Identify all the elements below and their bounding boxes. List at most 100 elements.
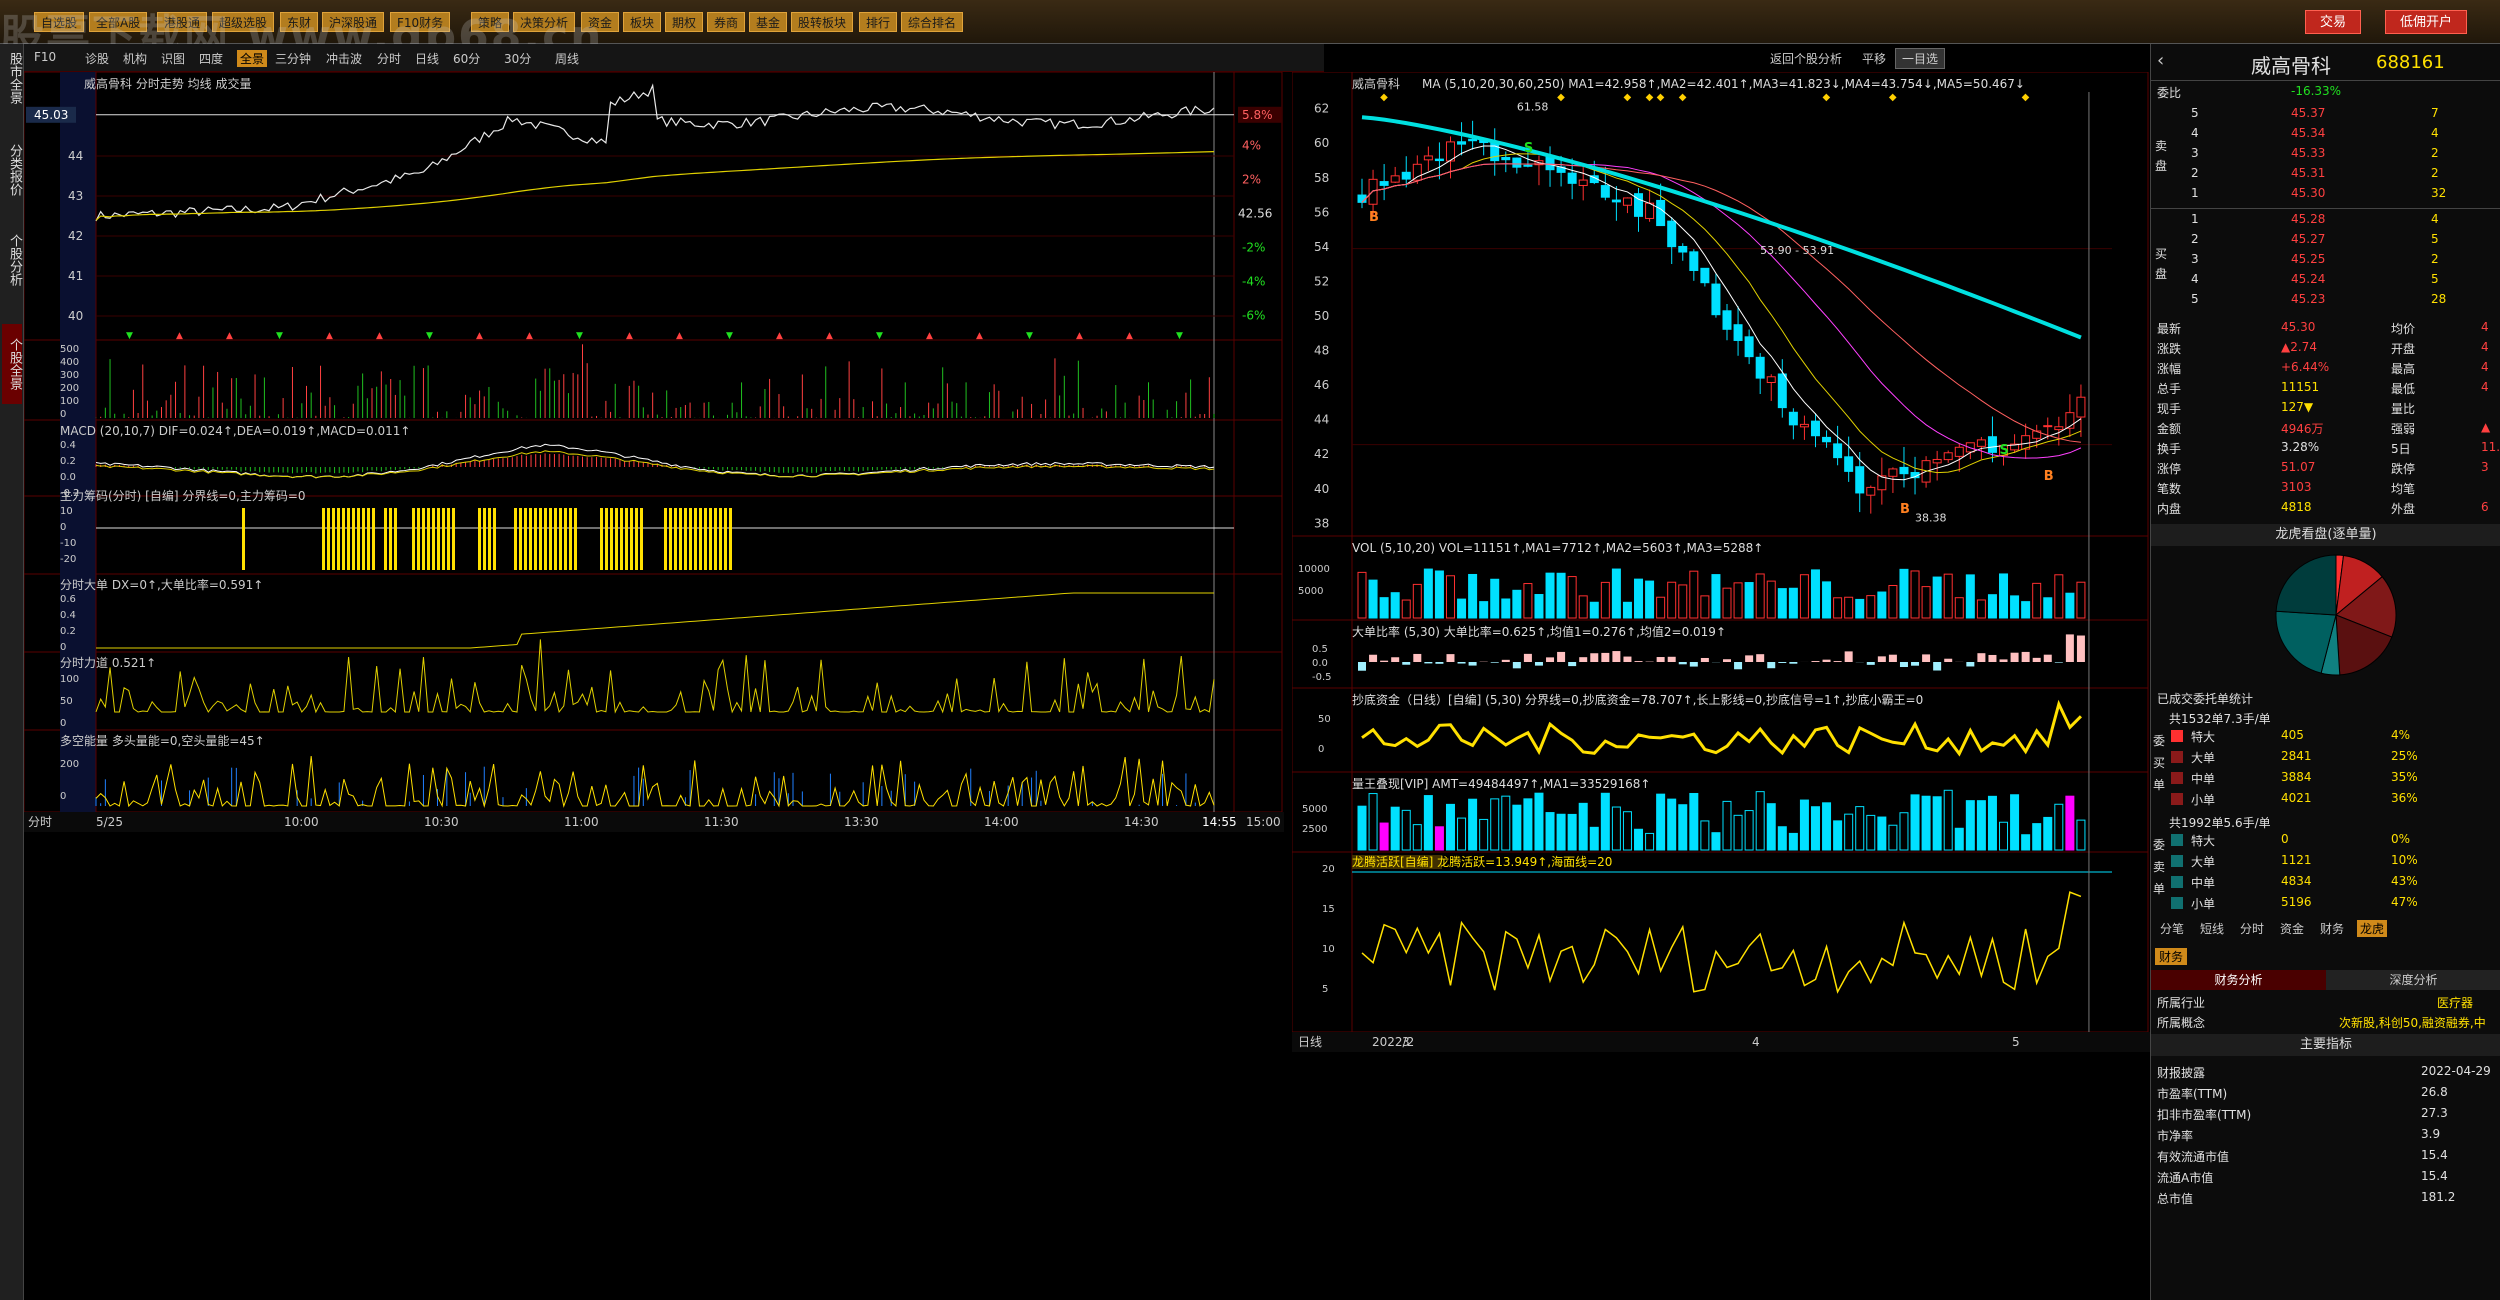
subbar-item-9[interactable]: 日线 <box>415 50 439 67</box>
day-bigratio-bar <box>1866 662 1875 665</box>
toolbar-button-14[interactable]: 股转板块 <box>791 12 854 32</box>
chip-bar <box>412 508 415 570</box>
candle-body <box>1368 178 1378 205</box>
day-amount-bar <box>1689 792 1699 851</box>
day-vol-bar <box>1501 598 1511 619</box>
day-bigratio-bar <box>1911 662 1920 666</box>
subbar-item-0[interactable]: F10 <box>34 50 56 64</box>
bid-volume: 2 <box>2431 252 2439 266</box>
subbar-item-6[interactable]: 三分钟 <box>275 50 311 67</box>
tab-market-overview[interactable]: 股市全景 <box>2 52 22 104</box>
day-amount-bar <box>2065 795 2075 851</box>
ask-volume: 2 <box>2431 146 2439 160</box>
tab-stock-analysis[interactable]: 个股分析 <box>2 234 22 286</box>
stat-label-2: 跌停 <box>2391 462 2416 476</box>
quote-tab-龙虎[interactable]: 龙虎 <box>2357 920 2388 937</box>
toolbar-button-15[interactable]: 排行 <box>859 12 898 32</box>
subbar-item-2[interactable]: 机构 <box>123 50 147 67</box>
ask-volume: 2 <box>2431 166 2439 180</box>
stat-value-2: 11. <box>2481 440 2500 454</box>
day-bottomfund-tick: 0 <box>1318 744 1324 755</box>
day-vol-tick: 5000 <box>1298 586 1323 597</box>
chip-bar <box>384 508 387 570</box>
ask-price: 45.31 <box>2291 166 2326 180</box>
day-vol-bar <box>1600 581 1610 619</box>
pie-slice <box>2275 554 2337 616</box>
sell-summary: 共1992单5.6手/单 <box>2169 816 2271 830</box>
price-tick: 44 <box>68 149 83 163</box>
date-label: 3 <box>1402 1035 1410 1049</box>
subbar-item-3[interactable]: 识图 <box>161 50 185 67</box>
chip-bar <box>559 508 562 570</box>
fin-label: 市盈率(TTM) <box>2157 1087 2228 1101</box>
stat-label-2: 均价 <box>2391 322 2416 336</box>
stat-value-2: 4 <box>2481 380 2489 394</box>
swatch <box>2171 834 2183 846</box>
ichimoku-select[interactable]: 一目选 <box>1895 48 1946 69</box>
depth-subtab[interactable]: 深度分析 <box>2326 970 2500 990</box>
day-amount-bar <box>1921 795 1931 851</box>
trade-button[interactable]: 交易 <box>2305 10 2362 34</box>
day-bigratio-bar <box>1557 651 1566 662</box>
day-bigratio-bar <box>1435 662 1444 664</box>
day-vol-bar <box>1468 573 1478 619</box>
bid-level: 3 <box>2191 252 2199 266</box>
day-amount-bar <box>1667 798 1677 851</box>
toolbar-button-13[interactable]: 基金 <box>749 12 788 32</box>
tab-category-quotes[interactable]: 分类报价 <box>2 144 22 196</box>
ask-side-label: 卖盘 <box>2155 139 2168 173</box>
buy-row-pct: 25% <box>2391 749 2418 763</box>
open-account-button[interactable]: 低佣开户 <box>2385 10 2468 34</box>
candle-body <box>1899 466 1909 475</box>
chip-bar <box>394 508 397 570</box>
finance-subtab[interactable]: 财务分析 <box>2151 970 2326 990</box>
day-amount-bar <box>1645 832 1655 851</box>
day-vol-bar <box>1711 574 1721 619</box>
subbar-item-1[interactable]: 诊股 <box>85 50 109 67</box>
quote-tab-财务[interactable]: 财务 <box>2317 920 2347 937</box>
finance-tab[interactable]: 财务 <box>2155 948 2188 965</box>
day-vol-bar <box>1844 596 1854 619</box>
daily-kline-chart[interactable]: 威高骨科 MA (5,10,20,30,60,250) MA1=42.958↑,M… <box>1292 72 2150 1300</box>
tab-stock-panorama[interactable]: 个股全景 <box>2 324 22 404</box>
back-to-analysis-link[interactable]: 返回个股分析 <box>1770 50 1842 67</box>
subbar-item-7[interactable]: 冲击波 <box>326 50 362 67</box>
subbar-item-12[interactable]: 周线 <box>555 50 579 67</box>
time-label: 14:00 <box>984 815 1019 829</box>
day-bigratio-bar <box>1678 662 1687 665</box>
macd-tick: 0.0 <box>60 472 76 483</box>
subbar-item-11[interactable]: 30分 <box>504 50 531 67</box>
candle-body <box>1622 197 1632 206</box>
day-vol-bar <box>1622 601 1632 619</box>
day-vol-bar <box>1976 599 1986 619</box>
quote-tab-短线[interactable]: 短线 <box>2197 920 2227 937</box>
intraday-chart[interactable]: 威高骨科 分时走势 均线 成交量 44 43 42 41 40 45.03 5.8% 42.56… <box>24 72 1284 1300</box>
quote-tab-分笔[interactable]: 分笔 <box>2157 920 2187 937</box>
quote-tab-分时[interactable]: 分时 <box>2237 920 2267 937</box>
subbar-item-10[interactable]: 60分 <box>453 50 480 67</box>
day-amount-bar <box>1457 817 1467 851</box>
toolbar-button-10[interactable]: 板块 <box>623 12 662 32</box>
subbar-item-4[interactable]: 四度 <box>199 50 223 67</box>
back-chevron-icon[interactable]: ‹ <box>2157 50 2164 71</box>
quote-tab-资金[interactable]: 资金 <box>2277 920 2307 937</box>
day-bigratio-bar <box>1490 662 1499 663</box>
subbar-item-5[interactable]: 全景 <box>237 50 268 67</box>
fin-label: 有效流通市值 <box>2157 1150 2230 1164</box>
candle-body <box>1656 199 1666 227</box>
pan-button[interactable]: 平移 <box>1862 50 1886 67</box>
candle-body <box>1822 436 1832 443</box>
day-amount-bar <box>1556 813 1566 851</box>
signal-marker: ▲ <box>176 331 183 341</box>
day-amount-bar <box>1611 806 1621 851</box>
chip-bar <box>610 508 613 570</box>
chip-bar <box>554 508 557 570</box>
day-active-tick: 10 <box>1322 944 1335 955</box>
volume-tick: 0 <box>60 409 66 420</box>
toolbar-button-12[interactable]: 券商 <box>707 12 746 32</box>
day-amount-bar <box>2054 803 2064 851</box>
chip-bar <box>724 508 727 570</box>
subbar-item-8[interactable]: 分时 <box>377 50 401 67</box>
toolbar-button-11[interactable]: 期权 <box>665 12 704 32</box>
toolbar-button-16[interactable]: 综合排名 <box>901 12 964 32</box>
